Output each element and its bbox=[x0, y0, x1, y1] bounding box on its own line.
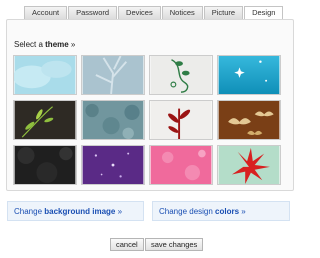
theme-thumb-red-flower[interactable] bbox=[217, 145, 281, 185]
theme-grid bbox=[13, 55, 281, 185]
save-changes-button[interactable]: save changes bbox=[145, 238, 204, 251]
cancel-button[interactable]: cancel bbox=[110, 238, 144, 251]
tab-devices[interactable]: Devices bbox=[118, 6, 161, 19]
purple-stars-icon bbox=[82, 146, 144, 184]
theme-thumb-pink[interactable] bbox=[149, 145, 213, 185]
theme-thumb-sparkles[interactable] bbox=[217, 55, 281, 95]
settings-tabs: Account Password Devices Notices Picture… bbox=[24, 6, 284, 20]
change-background-link[interactable]: Change background image » bbox=[7, 201, 144, 221]
tab-design[interactable]: Design bbox=[244, 6, 284, 20]
theme-thumb-leaves[interactable] bbox=[13, 100, 77, 140]
theme-thumb-dark[interactable] bbox=[13, 145, 77, 185]
tree-branches-icon bbox=[82, 56, 144, 94]
theme-thumb-sky[interactable] bbox=[13, 55, 77, 95]
theme-heading: Select a theme » bbox=[14, 40, 76, 49]
dark-leaves-icon bbox=[14, 146, 76, 184]
sky-clouds-icon bbox=[14, 56, 76, 94]
change-colors-link[interactable]: Change design colors » bbox=[152, 201, 290, 221]
red-plant-icon bbox=[150, 101, 212, 139]
tab-password[interactable]: Password bbox=[68, 6, 118, 19]
theme-panel: Select a theme » bbox=[6, 19, 294, 191]
foliage-pattern-icon bbox=[82, 101, 144, 139]
theme-thumb-vine[interactable] bbox=[149, 55, 213, 95]
theme-thumb-birds[interactable] bbox=[217, 100, 281, 140]
tab-account[interactable]: Account bbox=[24, 6, 68, 19]
theme-thumb-foliage[interactable] bbox=[81, 100, 145, 140]
vine-swirl-icon bbox=[150, 56, 212, 94]
tab-picture[interactable]: Picture bbox=[203, 6, 244, 19]
pink-flowers-icon bbox=[150, 146, 212, 184]
tab-notices[interactable]: Notices bbox=[161, 6, 203, 19]
green-leaves-icon bbox=[14, 101, 76, 139]
red-flower-icon bbox=[218, 146, 280, 184]
theme-thumb-purple[interactable] bbox=[81, 145, 145, 185]
theme-thumb-red-plant[interactable] bbox=[149, 100, 213, 140]
birds-icon bbox=[218, 101, 280, 139]
theme-thumb-branches[interactable] bbox=[81, 55, 145, 95]
sparkles-icon bbox=[218, 56, 280, 94]
